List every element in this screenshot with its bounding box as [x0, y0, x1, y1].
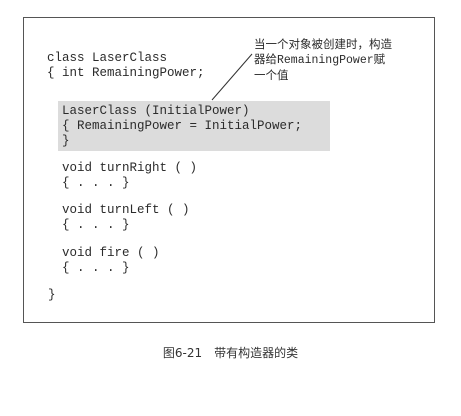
annotation-line-2-prefix: 器给	[254, 52, 277, 66]
figure-caption: 图6-21 带有构造器的类	[162, 346, 299, 360]
annotation-line-2-suffix: 赋	[373, 52, 386, 66]
annotation-line-3: 一个值	[254, 68, 289, 82]
annotation-field-name: RemainingPower	[277, 54, 374, 67]
code-figure-frame: class LaserClass { int RemainingPower; L…	[23, 17, 435, 323]
constructor-annotation: 当一个对象被创建时，构造 器给RemainingPower赋 一个值	[254, 37, 434, 83]
annotation-line-2: 器给RemainingPower赋	[254, 52, 434, 68]
annotation-line-1: 当一个对象被创建时，构造	[254, 37, 392, 51]
